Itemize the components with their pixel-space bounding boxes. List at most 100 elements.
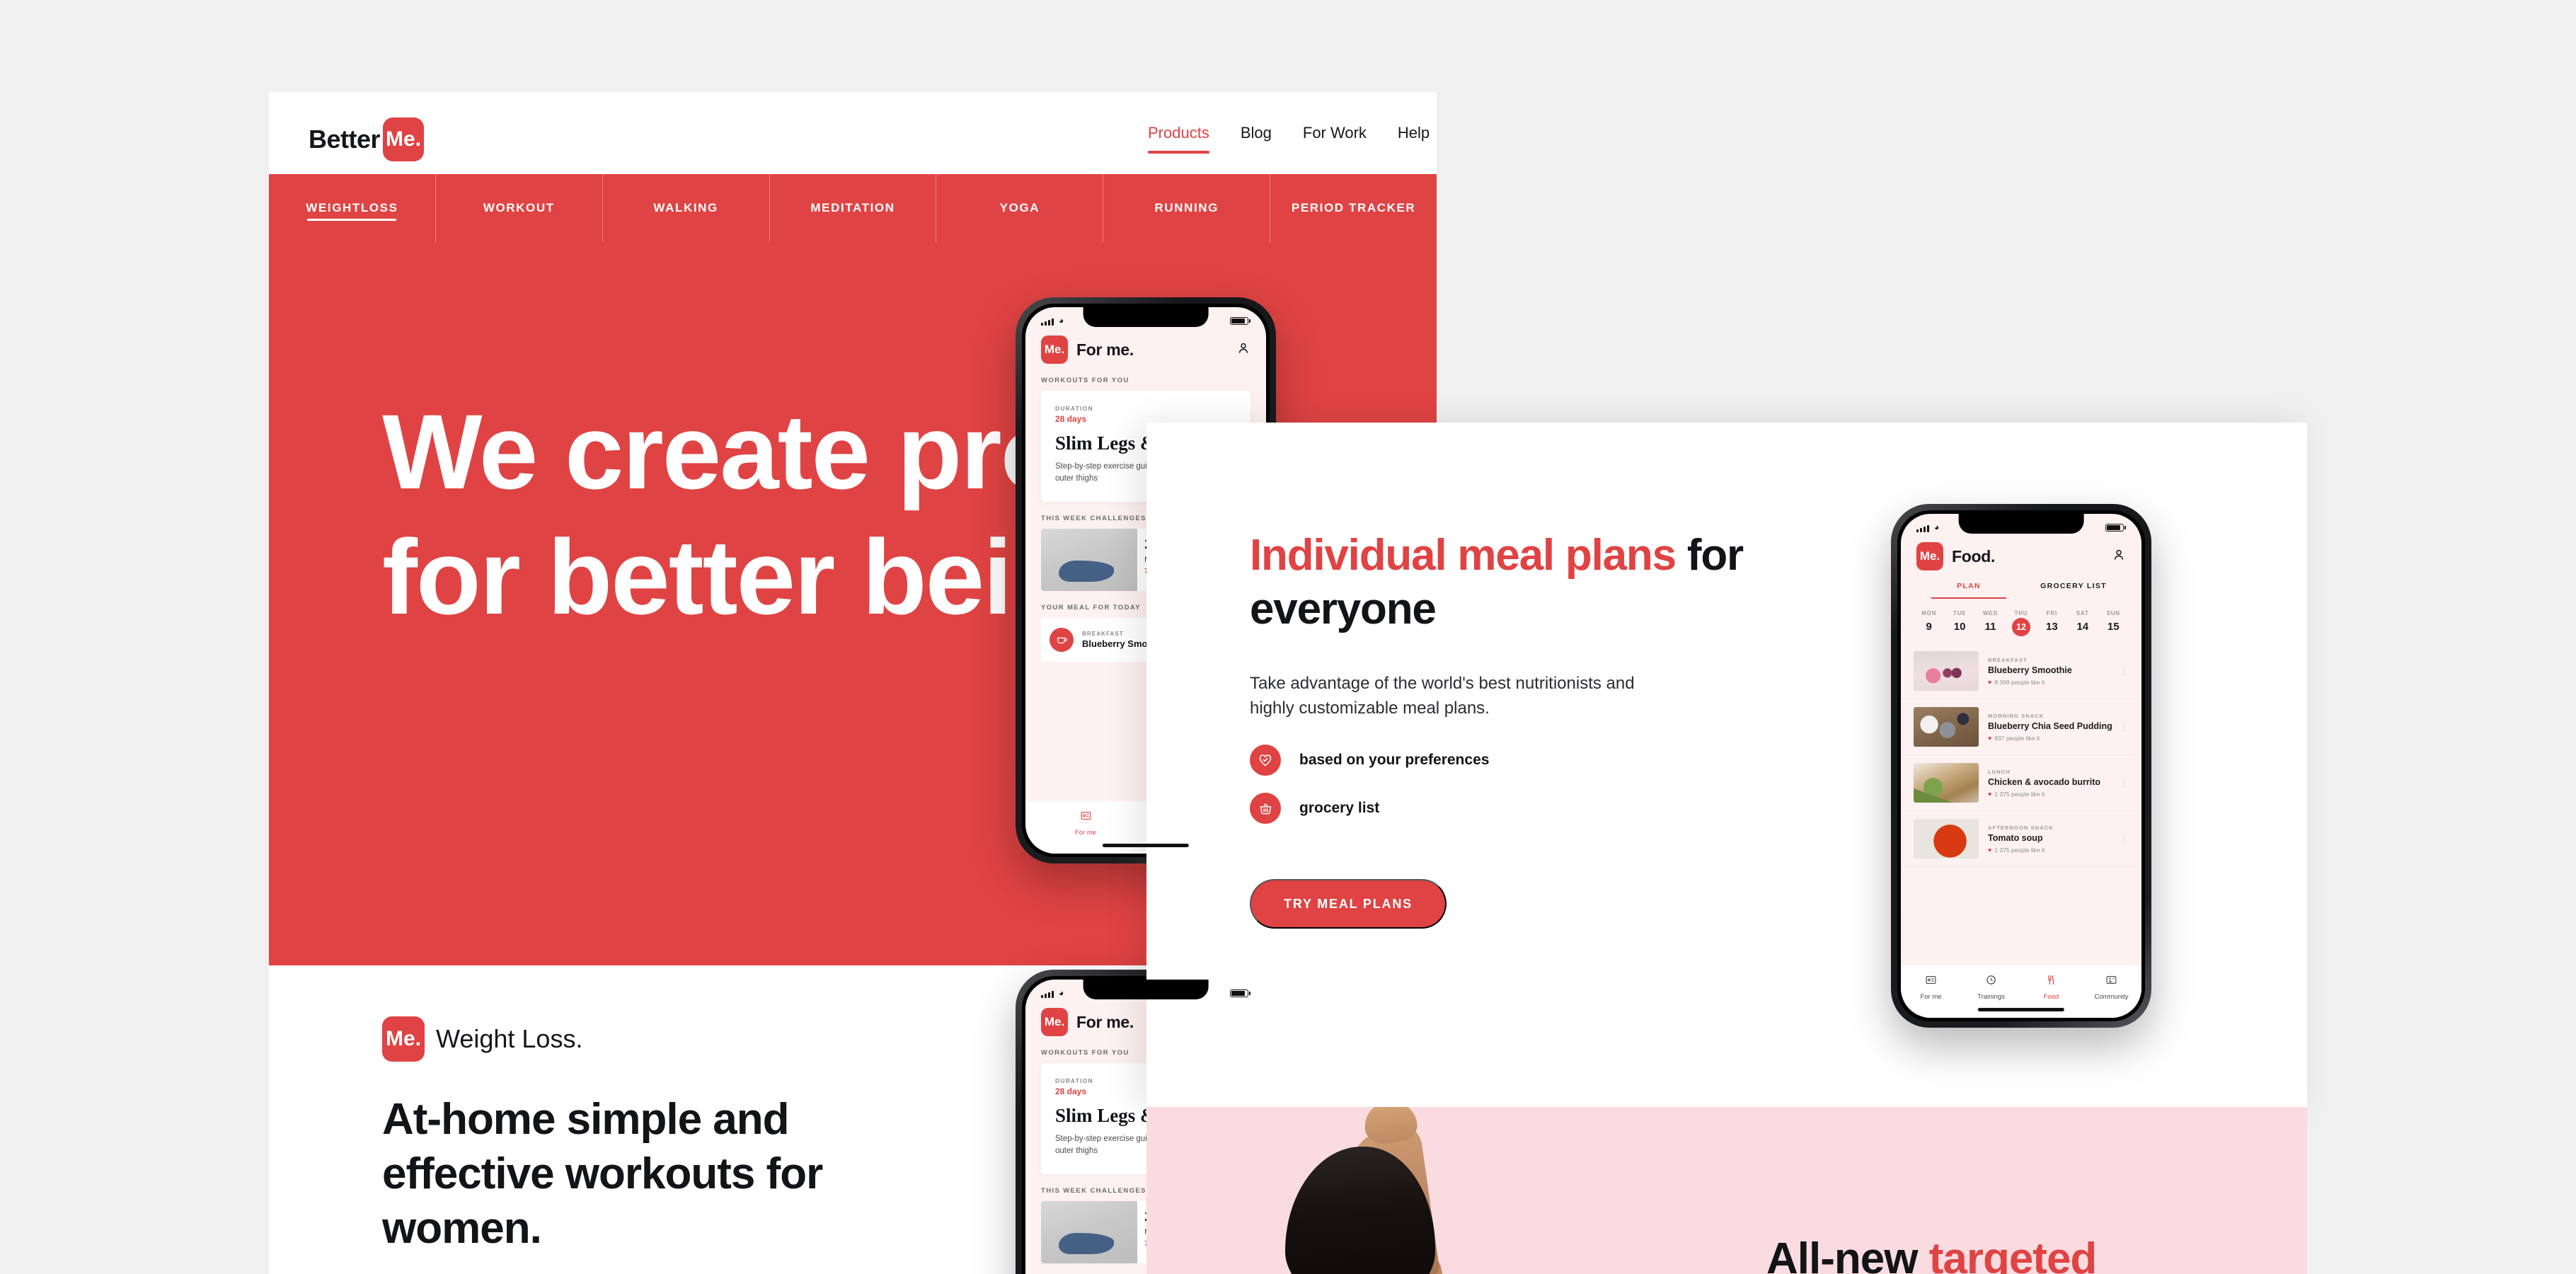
category-tab-period-tracker[interactable]: PERIOD TRACKER bbox=[1270, 174, 1437, 242]
user-profile-icon[interactable] bbox=[1236, 341, 1250, 359]
brand-logo[interactable]: Better Me. bbox=[309, 117, 425, 161]
phone-mockup-food-app: ◕ Me. Food. PLAN GROCERY LIST MON 9 TUE … bbox=[1891, 504, 2151, 1028]
meal-list: BREAKFAST Blueberry Smoothie ♥ 8 369 people… bbox=[1901, 643, 2141, 867]
weightloss-badge-row: Me. Weight Loss. bbox=[382, 1016, 582, 1062]
status-bar: ◕ bbox=[1025, 312, 1266, 329]
brand-badge: Me. bbox=[383, 117, 425, 161]
bottom-tab-community[interactable]: Community bbox=[2081, 974, 2141, 1001]
day-cell-tue[interactable]: TUE 10 bbox=[1944, 610, 1974, 636]
day-number: 10 bbox=[1953, 621, 1966, 633]
meal-overflow-menu-icon[interactable]: ⋮ bbox=[2119, 778, 2129, 787]
app-title: For me. bbox=[1076, 1012, 1134, 1031]
day-cell-sun[interactable]: SUN 15 bbox=[2098, 610, 2129, 636]
bottom-tab-for-me[interactable]: For me bbox=[1901, 974, 1961, 1001]
signal-icon: ◕ bbox=[1916, 522, 1939, 532]
challenge-thumbnail bbox=[1041, 1200, 1138, 1263]
bottom-tab-for-me[interactable]: For me bbox=[1025, 810, 1146, 837]
day-cell-fri[interactable]: FRI 13 bbox=[2037, 610, 2067, 636]
for-me-icon bbox=[1080, 810, 1092, 825]
meal-kind: BREAKFAST bbox=[1988, 656, 2028, 663]
meal-likes-row: ♥ 1 375 people like it bbox=[1988, 847, 2119, 854]
for-me-icon bbox=[1925, 974, 1937, 989]
meal-thumbnail bbox=[1914, 651, 1979, 691]
heart-check-icon bbox=[1250, 745, 1281, 776]
meal-likes-row: ♥ 8 369 people like it bbox=[1988, 679, 2119, 686]
home-indicator bbox=[1102, 844, 1190, 847]
meal-overflow-menu-icon[interactable]: ⋮ bbox=[2119, 834, 2129, 843]
brand-wordmark: Better bbox=[309, 125, 381, 154]
heart-icon: ♥ bbox=[1988, 678, 1992, 686]
bottom-tab-label: For me bbox=[1074, 829, 1097, 837]
meal-likes-text: 1 375 people like it bbox=[1994, 846, 2045, 854]
heart-icon: ♥ bbox=[1988, 790, 1992, 798]
category-tab-walking[interactable]: WALKING bbox=[603, 174, 770, 242]
user-profile-icon[interactable] bbox=[2112, 548, 2126, 566]
section-label-workouts: WORKOUTS FOR YOU bbox=[1041, 377, 1129, 384]
meal-likes-text: 8 369 people like it bbox=[1994, 678, 2045, 686]
day-cell-thu[interactable]: THU 12 bbox=[2006, 610, 2036, 636]
nav-links: ProductsBlogFor WorkHelp|About usCareerE… bbox=[1132, 92, 1437, 174]
community-icon bbox=[2105, 974, 2117, 989]
trainings-icon bbox=[1985, 974, 1997, 989]
category-tab-weightloss[interactable]: WEIGHTLOSS bbox=[269, 174, 436, 242]
feature-label: based on your preferences bbox=[1299, 752, 1490, 768]
bottom-tab-trainings[interactable]: Trainings bbox=[1961, 974, 2021, 1001]
top-navigation-bar: Better Me. ProductsBlogFor WorkHelp|Abou… bbox=[269, 92, 1437, 174]
meal-likes-text: 1 375 people like it bbox=[1994, 790, 2045, 798]
nav-link-help[interactable]: Help bbox=[1382, 124, 1437, 142]
category-tab-yoga[interactable]: YOGA bbox=[936, 174, 1104, 242]
meal-thumbnail bbox=[1914, 707, 1979, 747]
day-cell-wed[interactable]: WED 11 bbox=[1975, 610, 2006, 636]
bottom-tab-label: Trainings bbox=[1977, 993, 2005, 1001]
woman-photo bbox=[1217, 1107, 1550, 1274]
meal-likes-row: ♥ 937 people like it bbox=[1988, 735, 2119, 742]
meal-list-item[interactable]: BREAKFAST Blueberry Smoothie ♥ 8 369 people… bbox=[1901, 643, 2141, 699]
nav-link-products[interactable]: Products bbox=[1132, 124, 1225, 154]
meal-plans-feature-list: based on your preferences grocery list bbox=[1250, 745, 1489, 841]
food-tab-grocery-list[interactable]: GROCERY LIST bbox=[2021, 582, 2126, 599]
status-bar: ◕ bbox=[1025, 985, 1266, 1002]
meal-name: Blueberry Chia Seed Pudding bbox=[1988, 721, 2112, 731]
bottom-tab-label: Food bbox=[2043, 993, 2059, 1001]
meal-thumbnail bbox=[1914, 819, 1979, 859]
bottom-tab-food[interactable]: Food bbox=[2021, 974, 2081, 1001]
app-logo-icon: Me. bbox=[1041, 335, 1068, 364]
day-weekday: SUN bbox=[2106, 610, 2120, 616]
heart-icon: ♥ bbox=[1988, 734, 1992, 742]
meal-list-item[interactable]: MORNING SNACK Blueberry Chia Seed Pudding… bbox=[1901, 699, 2141, 755]
targeted-headline: All-new targeted bbox=[1766, 1234, 2097, 1274]
nav-link-for-work[interactable]: For Work bbox=[1287, 124, 1382, 142]
meal-kind: MORNING SNACK bbox=[1988, 712, 2045, 719]
feature-row: grocery list bbox=[1250, 793, 1489, 824]
meal-overflow-menu-icon[interactable]: ⋮ bbox=[2119, 666, 2129, 675]
day-cell-sat[interactable]: SAT 14 bbox=[2067, 610, 2098, 636]
category-tab-running[interactable]: RUNNING bbox=[1103, 174, 1271, 242]
targeted-headline-black: All-new bbox=[1766, 1234, 1929, 1274]
food-app-title: Food. bbox=[1952, 546, 1996, 566]
food-icon bbox=[2045, 974, 2057, 989]
app-title: For me. bbox=[1076, 340, 1134, 359]
day-number: 9 bbox=[1926, 621, 1932, 633]
category-tab-meditation[interactable]: MEDITATION bbox=[770, 174, 937, 242]
meal-list-item[interactable]: LUNCH Chicken & avocado burrito ♥ 1 375 peo… bbox=[1901, 755, 2141, 811]
meal-kind: LUNCH bbox=[1988, 768, 2011, 775]
category-tab-workout[interactable]: WORKOUT bbox=[436, 174, 603, 242]
signal-icon: ◕ bbox=[1041, 316, 1064, 326]
meal-likes-text: 937 people like it bbox=[1994, 734, 2040, 742]
meal-overflow-menu-icon[interactable]: ⋮ bbox=[2119, 722, 2129, 731]
bottom-tab-label: Community bbox=[2094, 993, 2129, 1001]
meal-kind: AFTERNOON SNACK bbox=[1988, 824, 2054, 831]
challenge-thumbnail bbox=[1041, 528, 1138, 591]
phone-screen: ◕ Me. Food. PLAN GROCERY LIST MON 9 TUE … bbox=[1901, 514, 2141, 1018]
meal-plans-headline: Individual meal plans for everyone bbox=[1250, 529, 1745, 636]
category-tab-bar: WEIGHTLOSS WORKOUT WALKING MEDITATION YOGA RU… bbox=[269, 174, 1437, 242]
nav-link-blog[interactable]: Blog bbox=[1225, 124, 1287, 142]
meal-thumbnail bbox=[1914, 763, 1979, 803]
day-cell-mon[interactable]: MON 9 bbox=[1914, 610, 1944, 636]
phone-bezel: ◕ Me. Food. PLAN GROCERY LIST MON 9 TUE … bbox=[1897, 510, 2145, 1021]
food-tab-plan[interactable]: PLAN bbox=[1916, 582, 2021, 599]
app-logo-icon: Me. bbox=[1916, 542, 1943, 570]
try-meal-plans-button[interactable]: TRY MEAL PLANS bbox=[1250, 879, 1447, 929]
signal-icon: ◕ bbox=[1041, 988, 1064, 998]
meal-list-item[interactable]: AFTERNOON SNACK Tomato soup ♥ 1 375 people … bbox=[1901, 811, 2141, 867]
